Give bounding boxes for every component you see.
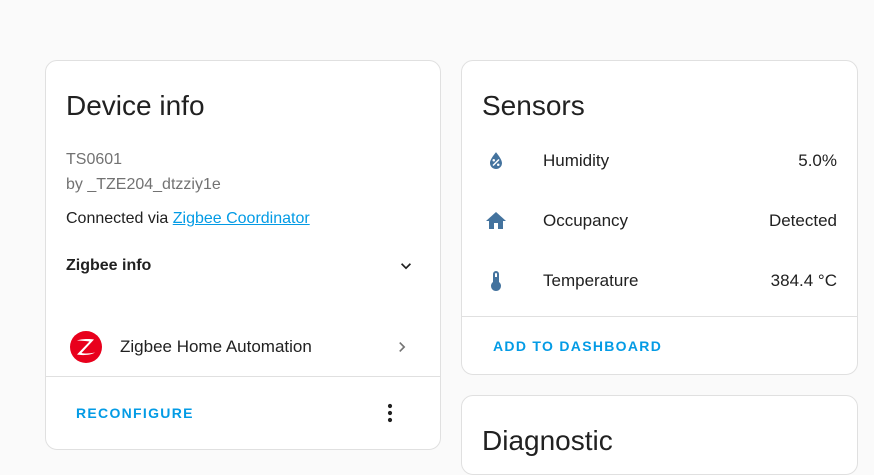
device-info-card: Device info TS0601 by _TZE204_dtzziy1e C… (45, 60, 441, 450)
zigbee-logo-icon (70, 331, 102, 363)
integration-zigbee-home-automation[interactable]: Zigbee Home Automation (46, 325, 440, 369)
card-divider (46, 376, 440, 377)
sensor-value: Detected (768, 211, 837, 230)
card-divider (462, 316, 857, 317)
reconfigure-button[interactable]: RECONFIGURE (76, 403, 194, 423)
connected-via-label: Connected via (66, 210, 173, 227)
integration-label: Zigbee Home Automation (120, 337, 312, 356)
device-model: TS0601 (66, 151, 123, 168)
diagnostic-card: Diagnostic (461, 395, 858, 475)
sensor-name: Humidity (543, 151, 610, 170)
sensor-row-humidity[interactable]: Humidity 5.0% (462, 141, 857, 181)
add-to-dashboard-button[interactable]: ADD TO DASHBOARD (493, 336, 662, 356)
device-info-title: Device info (66, 90, 205, 121)
connected-via: Connected via Zigbee Coordinator (66, 208, 310, 230)
home-icon (486, 212, 506, 229)
zigbee-coordinator-link[interactable]: Zigbee Coordinator (173, 210, 310, 227)
sensor-value: 384.4 °C (770, 271, 837, 290)
thermometer-icon (491, 271, 501, 291)
chevron-down-icon (401, 263, 411, 270)
sensor-name: Occupancy (543, 211, 629, 230)
chevron-right-icon (399, 342, 406, 352)
sensors-title: Sensors (482, 90, 585, 121)
device-manufacturer: by _TZE204_dtzziy1e (66, 176, 221, 193)
zigbee-info-expander[interactable]: Zigbee info (66, 253, 422, 279)
more-vert-icon[interactable] (378, 401, 402, 425)
water-percent-icon (490, 152, 502, 169)
sensor-row-temperature[interactable]: Temperature 384.4 °C (462, 261, 857, 301)
zigbee-info-label: Zigbee info (66, 257, 152, 274)
diagnostic-title: Diagnostic (482, 425, 613, 456)
sensor-name: Temperature (543, 271, 639, 290)
sensors-card: Sensors Humidity 5.0% Occupancy Detected… (461, 60, 858, 375)
sensor-row-occupancy[interactable]: Occupancy Detected (462, 201, 857, 241)
sensor-value: 5.0% (798, 151, 837, 170)
